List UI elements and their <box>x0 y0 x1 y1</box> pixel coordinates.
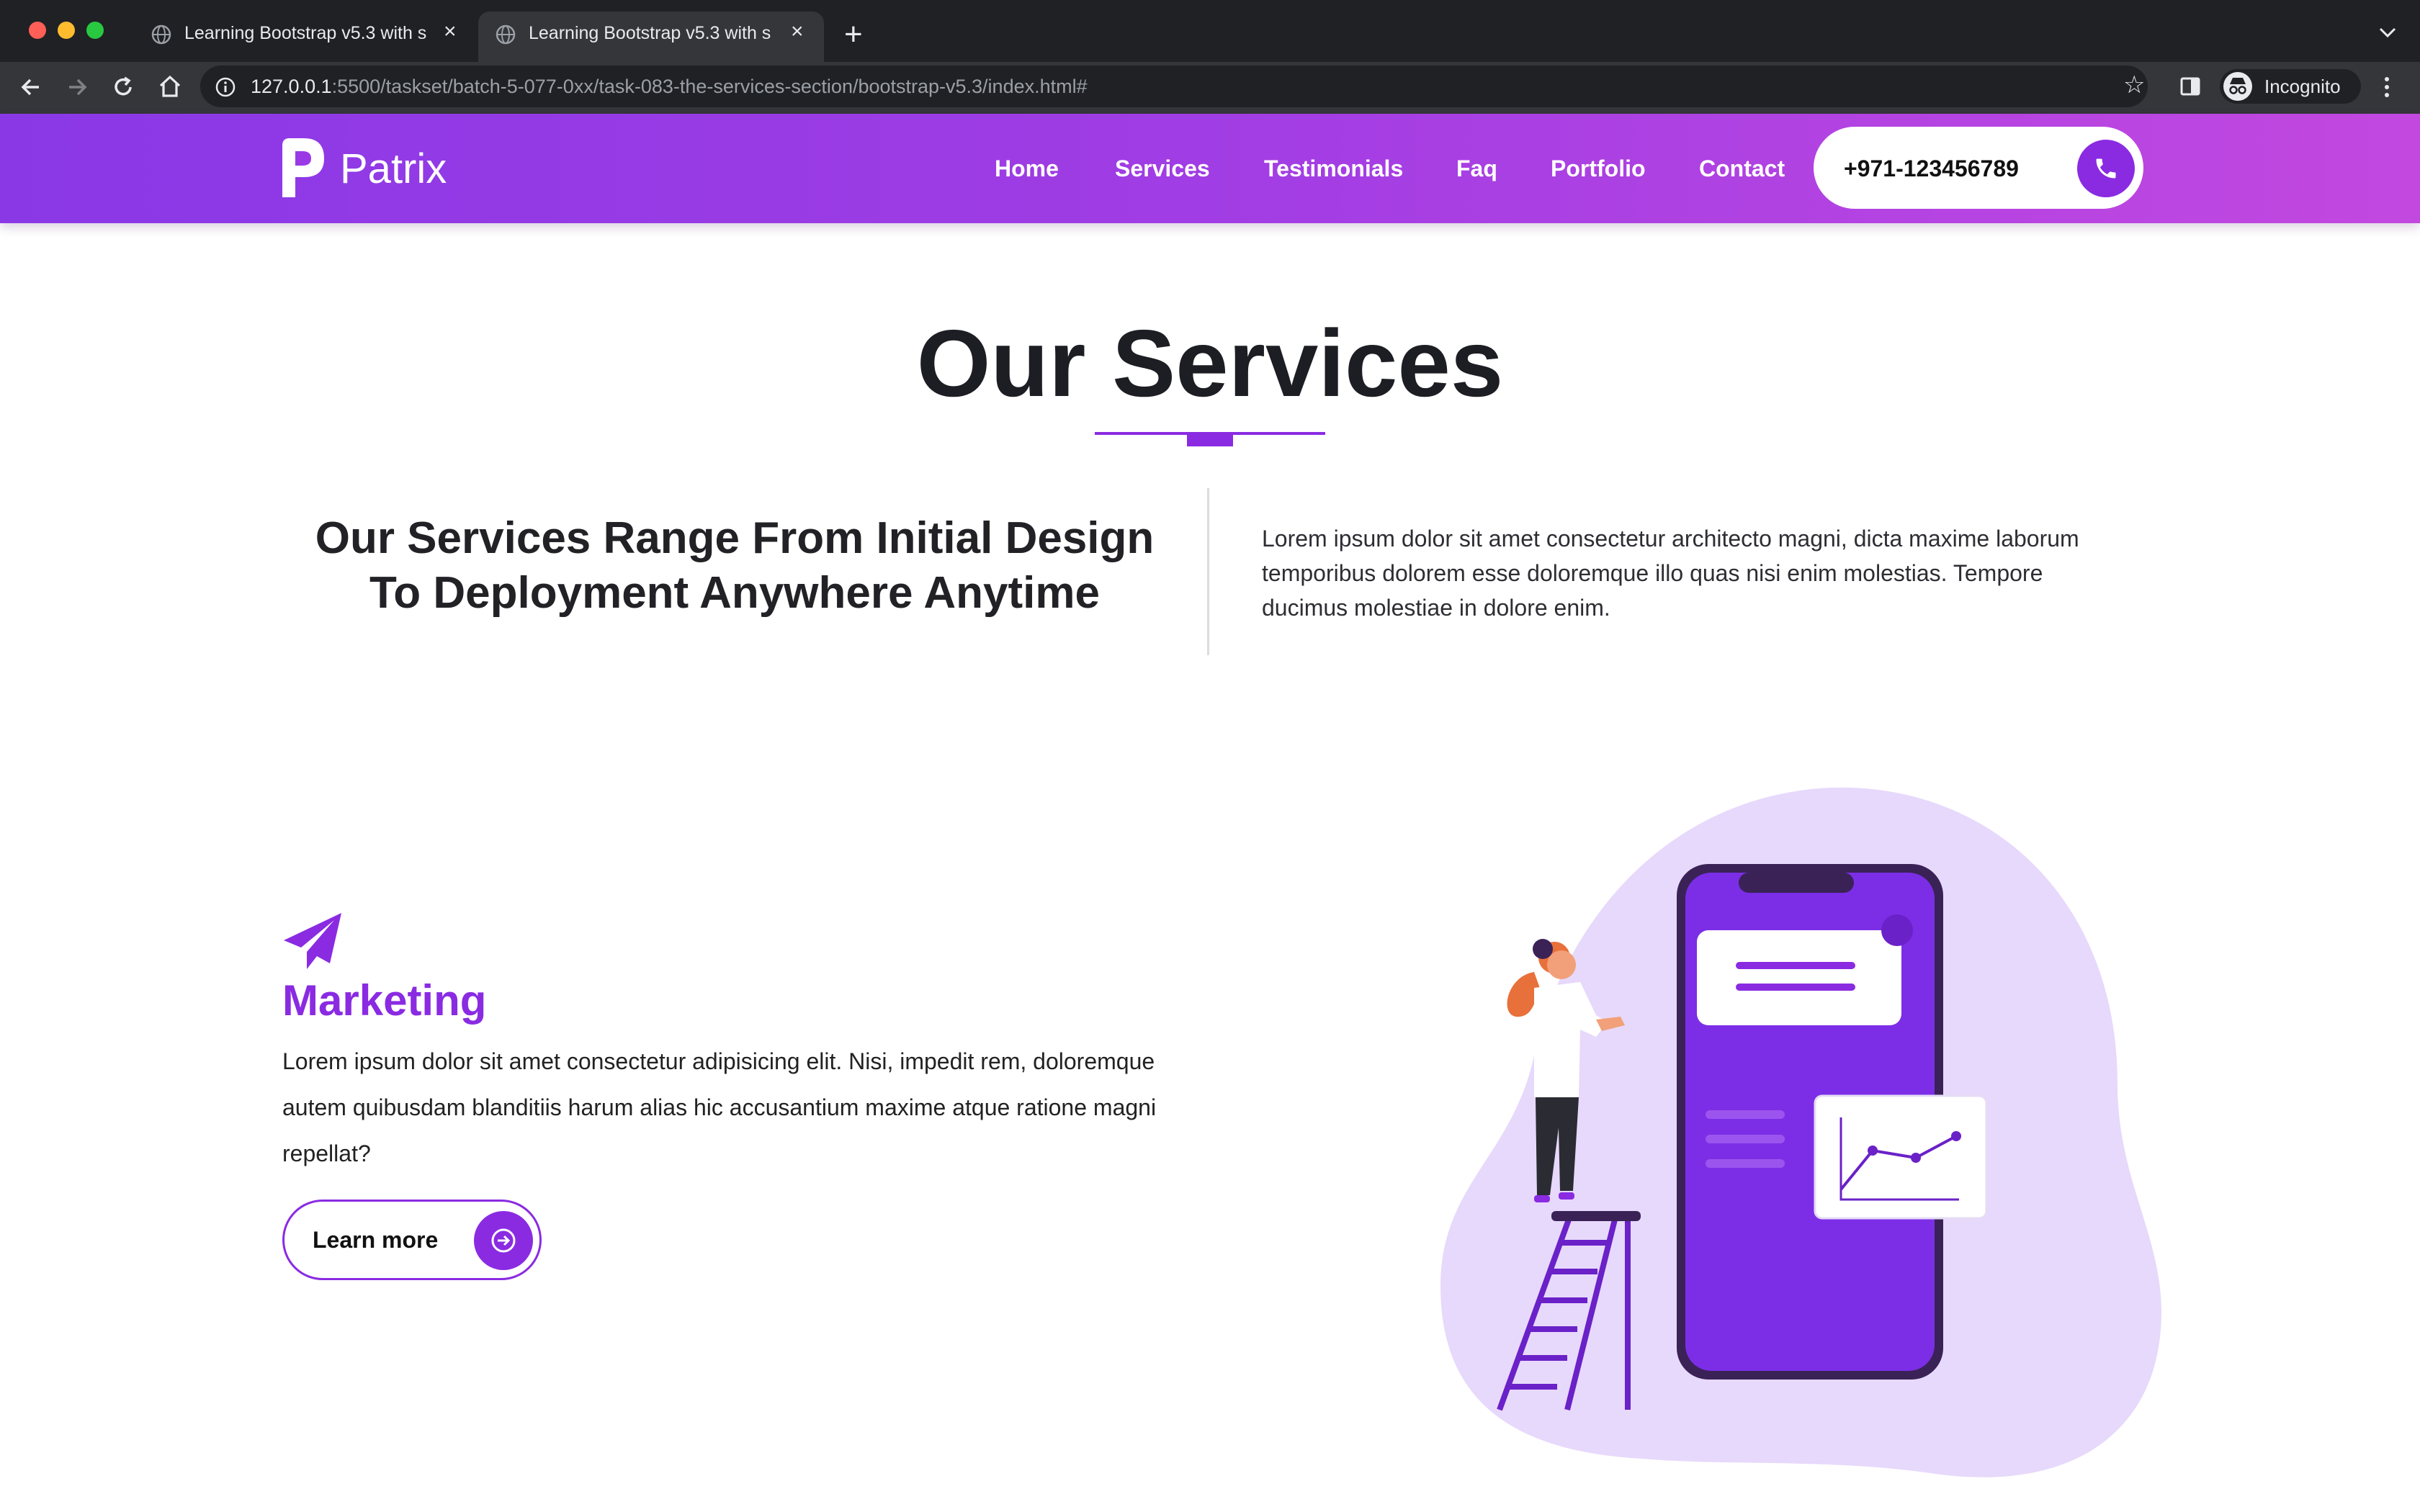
title-underline-accent <box>1187 432 1233 446</box>
home-icon[interactable] <box>157 73 183 99</box>
forward-arrow-icon[interactable] <box>65 75 89 99</box>
bookmark-star-icon[interactable]: ☆ <box>2123 71 2145 99</box>
nav-link-services[interactable]: Services <box>1115 153 1210 184</box>
globe-icon <box>151 24 171 45</box>
reload-icon[interactable] <box>111 75 135 99</box>
tab-title: Learning Bootstrap v5.3 with s <box>184 23 427 43</box>
marketing-body: Lorem ipsum dolor sit amet consectetur a… <box>282 1048 1157 1166</box>
globe-icon <box>496 24 516 45</box>
nav-link-contact[interactable]: Contact <box>1699 153 1785 184</box>
nav-link-portfolio[interactable]: Portfolio <box>1551 153 1646 184</box>
url-text[interactable]: 127.0.0.1:5500/taskset/batch-5-077-0xx/t… <box>251 73 1088 100</box>
menu-kebab-icon[interactable] <box>2381 75 2393 99</box>
maximize-window-button[interactable] <box>86 22 104 39</box>
services-subheading: Our Services Range From Initial Design T… <box>315 513 1155 618</box>
tab-title: Learning Bootstrap v5.3 with s <box>529 23 771 43</box>
url-path: :5500/taskset/batch-5-077-0xx/task-083-t… <box>331 76 1088 97</box>
phone-icon <box>2096 158 2116 179</box>
incognito-icon <box>2223 72 2252 101</box>
close-tab-icon[interactable]: × <box>444 19 457 45</box>
marketing-illustration <box>1440 787 2161 1477</box>
close-tab-icon[interactable]: × <box>791 19 804 45</box>
minimize-window-button[interactable] <box>58 22 75 39</box>
back-arrow-icon[interactable] <box>19 75 43 99</box>
phone-number: +971-123456789 <box>1844 156 2019 181</box>
brand-name[interactable]: Patrix <box>340 144 447 194</box>
section-title: Our Services <box>916 310 1504 416</box>
services-description: Lorem ipsum dolor sit amet consectetur a… <box>1262 526 2079 621</box>
tab-search-chevron-icon[interactable] <box>2378 26 2397 39</box>
side-panel-icon[interactable] <box>2179 76 2201 97</box>
nav-link-faq[interactable]: Faq <box>1456 153 1497 184</box>
new-tab-icon[interactable]: + <box>844 16 863 53</box>
brand-logo-icon[interactable] <box>279 137 327 199</box>
learn-more-label: Learn more <box>313 1227 439 1253</box>
close-window-button[interactable] <box>29 22 46 39</box>
nav-link-testimonials[interactable]: Testimonials <box>1264 153 1403 184</box>
vertical-divider <box>1207 488 1209 655</box>
site-info-icon[interactable] <box>215 76 236 98</box>
url-host: 127.0.0.1 <box>251 76 332 97</box>
arrow-right-icon <box>491 1228 516 1253</box>
marketing-title: Marketing <box>282 976 487 1025</box>
profile-label: Incognito <box>2264 76 2341 97</box>
paper-plane-icon <box>284 913 341 969</box>
nav-link-home[interactable]: Home <box>995 153 1059 184</box>
chat-bubble <box>1697 930 1901 1025</box>
